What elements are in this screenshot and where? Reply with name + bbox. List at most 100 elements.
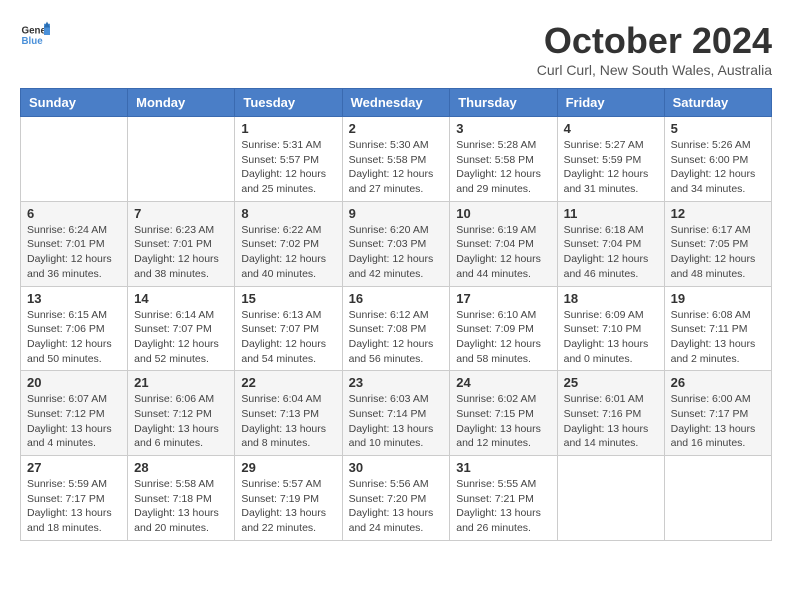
title-area: October 2024 Curl Curl, New South Wales,… — [537, 20, 772, 78]
col-sunday: Sunday — [21, 89, 128, 117]
table-row: 5 Sunrise: 5:26 AMSunset: 6:00 PMDaylight… — [664, 117, 771, 202]
table-row: 23 Sunrise: 6:03 AMSunset: 7:14 PMDayligh… — [342, 371, 450, 456]
day-number: 9 — [349, 206, 444, 221]
day-info: Sunrise: 6:07 AMSunset: 7:12 PMDaylight:… — [27, 392, 121, 451]
table-row: 24Sunrise: 6:02 AMSunset: 7:15 PMDayligh… — [450, 371, 557, 456]
table-row: 26 Sunrise: 6:00 AMSunset: 7:17 PMDayligh… — [664, 371, 771, 456]
day-info: Sunrise: 6:17 AMSunset: 7:05 PMDaylight:… — [671, 223, 765, 282]
day-number: 6 — [27, 206, 121, 221]
day-number: 25 — [564, 375, 658, 390]
day-number: 14 — [134, 291, 228, 306]
day-info: Sunrise: 5:58 AMSunset: 7:18 PMDaylight:… — [134, 477, 228, 536]
day-info: Sunrise: 6:13 AMSunset: 7:07 PMDaylight:… — [241, 308, 335, 367]
day-info: Sunrise: 6:04 AMSunset: 7:13 PMDaylight:… — [241, 392, 335, 451]
table-row: 25 Sunrise: 6:01 AMSunset: 7:16 PMDayligh… — [557, 371, 664, 456]
table-row: 19 Sunrise: 6:08 AMSunset: 7:11 PMDayligh… — [664, 286, 771, 371]
day-number: 16 — [349, 291, 444, 306]
day-number: 17 — [456, 291, 550, 306]
logo-icon: General Blue — [20, 20, 50, 50]
day-info: Sunrise: 5:31 AMSunset: 5:57 PMDaylight:… — [241, 138, 335, 197]
day-number: 8 — [241, 206, 335, 221]
day-number: 30 — [349, 460, 444, 475]
day-number: 28 — [134, 460, 228, 475]
header: General Blue October 2024 Curl Curl, New… — [20, 20, 772, 78]
day-info: Sunrise: 6:14 AMSunset: 7:07 PMDaylight:… — [134, 308, 228, 367]
table-row: 12 Sunrise: 6:17 AMSunset: 7:05 PMDayligh… — [664, 201, 771, 286]
table-row: 21Sunrise: 6:06 AMSunset: 7:12 PMDayligh… — [128, 371, 235, 456]
day-info: Sunrise: 5:26 AMSunset: 6:00 PMDaylight:… — [671, 138, 765, 197]
calendar-week-3: 13 Sunrise: 6:15 AMSunset: 7:06 PMDayligh… — [21, 286, 772, 371]
day-info: Sunrise: 5:59 AMSunset: 7:17 PMDaylight:… — [27, 477, 121, 536]
table-row: 10Sunrise: 6:19 AMSunset: 7:04 PMDayligh… — [450, 201, 557, 286]
table-row — [557, 456, 664, 541]
day-info: Sunrise: 5:57 AMSunset: 7:19 PMDaylight:… — [241, 477, 335, 536]
table-row: 1 Sunrise: 5:31 AMSunset: 5:57 PMDaylight… — [235, 117, 342, 202]
day-info: Sunrise: 5:56 AMSunset: 7:20 PMDaylight:… — [349, 477, 444, 536]
table-row: 18 Sunrise: 6:09 AMSunset: 7:10 PMDayligh… — [557, 286, 664, 371]
day-number: 19 — [671, 291, 765, 306]
table-row: 2Sunrise: 5:30 AMSunset: 5:58 PMDaylight… — [342, 117, 450, 202]
table-row: 8 Sunrise: 6:22 AMSunset: 7:02 PMDaylight… — [235, 201, 342, 286]
location-title: Curl Curl, New South Wales, Australia — [537, 62, 772, 78]
header-row: Sunday Monday Tuesday Wednesday Thursday… — [21, 89, 772, 117]
calendar-week-2: 6 Sunrise: 6:24 AMSunset: 7:01 PMDaylight… — [21, 201, 772, 286]
day-info: Sunrise: 6:10 AMSunset: 7:09 PMDaylight:… — [456, 308, 550, 367]
day-number: 18 — [564, 291, 658, 306]
day-number: 7 — [134, 206, 228, 221]
day-info: Sunrise: 6:09 AMSunset: 7:10 PMDaylight:… — [564, 308, 658, 367]
day-info: Sunrise: 6:12 AMSunset: 7:08 PMDaylight:… — [349, 308, 444, 367]
calendar-table: Sunday Monday Tuesday Wednesday Thursday… — [20, 88, 772, 541]
day-info: Sunrise: 6:08 AMSunset: 7:11 PMDaylight:… — [671, 308, 765, 367]
day-info: Sunrise: 6:15 AMSunset: 7:06 PMDaylight:… — [27, 308, 121, 367]
day-number: 5 — [671, 121, 765, 136]
day-number: 27 — [27, 460, 121, 475]
table-row: 3Sunrise: 5:28 AMSunset: 5:58 PMDaylight… — [450, 117, 557, 202]
table-row: 20 Sunrise: 6:07 AMSunset: 7:12 PMDayligh… — [21, 371, 128, 456]
logo: General Blue — [20, 20, 50, 50]
day-info: Sunrise: 6:03 AMSunset: 7:14 PMDaylight:… — [349, 392, 444, 451]
day-number: 20 — [27, 375, 121, 390]
day-number: 31 — [456, 460, 550, 475]
day-number: 15 — [241, 291, 335, 306]
table-row: 9Sunrise: 6:20 AMSunset: 7:03 PMDaylight… — [342, 201, 450, 286]
table-row: 14 Sunrise: 6:14 AMSunset: 7:07 PMDayligh… — [128, 286, 235, 371]
day-number: 29 — [241, 460, 335, 475]
day-number: 13 — [27, 291, 121, 306]
table-row: 30 Sunrise: 5:56 AMSunset: 7:20 PMDayligh… — [342, 456, 450, 541]
col-saturday: Saturday — [664, 89, 771, 117]
day-info: Sunrise: 6:22 AMSunset: 7:02 PMDaylight:… — [241, 223, 335, 282]
day-number: 23 — [349, 375, 444, 390]
table-row: 13 Sunrise: 6:15 AMSunset: 7:06 PMDayligh… — [21, 286, 128, 371]
day-number: 12 — [671, 206, 765, 221]
day-info: Sunrise: 6:24 AMSunset: 7:01 PMDaylight:… — [27, 223, 121, 282]
calendar-week-1: 1 Sunrise: 5:31 AMSunset: 5:57 PMDaylight… — [21, 117, 772, 202]
col-monday: Monday — [128, 89, 235, 117]
day-number: 2 — [349, 121, 444, 136]
table-row: 31Sunrise: 5:55 AMSunset: 7:21 PMDayligh… — [450, 456, 557, 541]
table-row: 6 Sunrise: 6:24 AMSunset: 7:01 PMDaylight… — [21, 201, 128, 286]
col-thursday: Thursday — [450, 89, 557, 117]
day-info: Sunrise: 6:01 AMSunset: 7:16 PMDaylight:… — [564, 392, 658, 451]
day-info: Sunrise: 5:28 AMSunset: 5:58 PMDaylight:… — [456, 138, 550, 197]
day-number: 1 — [241, 121, 335, 136]
table-row — [21, 117, 128, 202]
table-row: 7 Sunrise: 6:23 AMSunset: 7:01 PMDaylight… — [128, 201, 235, 286]
day-number: 26 — [671, 375, 765, 390]
calendar-week-5: 27 Sunrise: 5:59 AMSunset: 7:17 PMDayligh… — [21, 456, 772, 541]
table-row: 16 Sunrise: 6:12 AMSunset: 7:08 PMDayligh… — [342, 286, 450, 371]
svg-text:Blue: Blue — [22, 36, 44, 47]
day-info: Sunrise: 6:18 AMSunset: 7:04 PMDaylight:… — [564, 223, 658, 282]
table-row: 29 Sunrise: 5:57 AMSunset: 7:19 PMDayligh… — [235, 456, 342, 541]
day-info: Sunrise: 6:19 AMSunset: 7:04 PMDaylight:… — [456, 223, 550, 282]
day-info: Sunrise: 6:23 AMSunset: 7:01 PMDaylight:… — [134, 223, 228, 282]
day-number: 4 — [564, 121, 658, 136]
table-row — [664, 456, 771, 541]
day-number: 21 — [134, 375, 228, 390]
col-tuesday: Tuesday — [235, 89, 342, 117]
col-friday: Friday — [557, 89, 664, 117]
table-row: 15 Sunrise: 6:13 AMSunset: 7:07 PMDayligh… — [235, 286, 342, 371]
table-row: 27 Sunrise: 5:59 AMSunset: 7:17 PMDayligh… — [21, 456, 128, 541]
day-number: 22 — [241, 375, 335, 390]
day-number: 24 — [456, 375, 550, 390]
day-info: Sunrise: 6:00 AMSunset: 7:17 PMDaylight:… — [671, 392, 765, 451]
